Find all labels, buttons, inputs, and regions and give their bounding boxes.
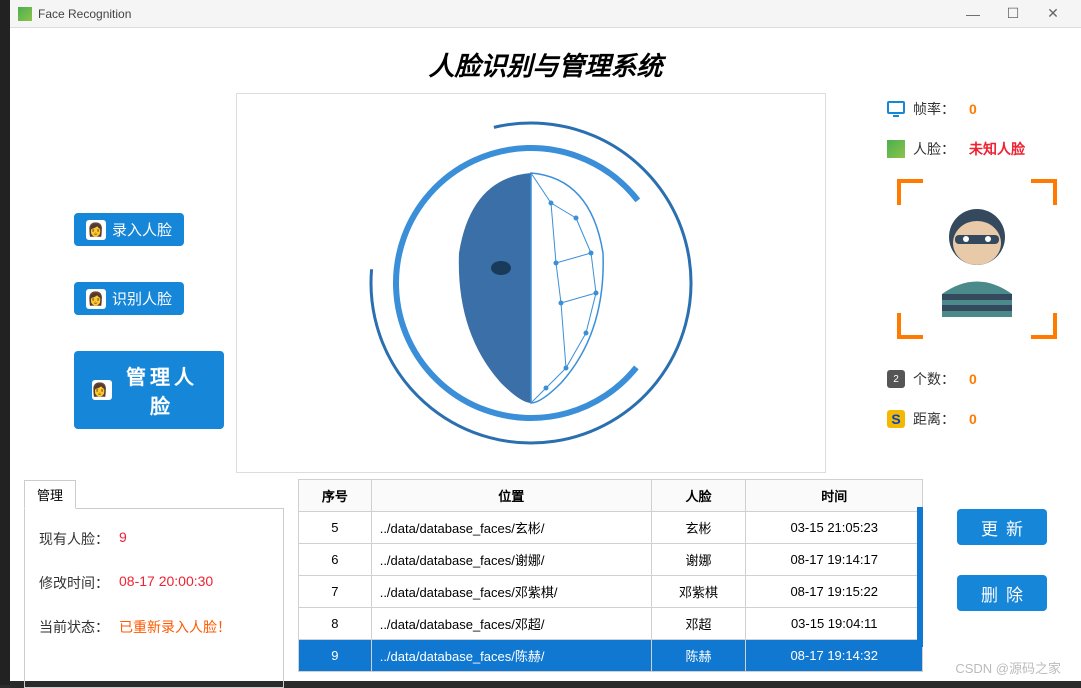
face-preview: [236, 93, 826, 473]
fps-value: 0: [969, 101, 977, 117]
cell-name: 邓超: [651, 608, 746, 640]
info-value: 已重新录入人脸！: [119, 617, 231, 637]
titlebar: Face Recognition — ☐ ✕: [10, 0, 1081, 28]
cell-time: 03-15 21:05:23: [746, 512, 923, 544]
cell-time: 08-17 19:15:22: [746, 576, 923, 608]
table-row[interactable]: 7../data/database_faces/邓紫棋/邓紫棋08-17 19:…: [299, 576, 923, 608]
cell-no: 7: [299, 576, 372, 608]
detection-preview: [897, 179, 1057, 339]
dist-label: 距离：: [913, 409, 961, 429]
cell-no: 9: [299, 640, 372, 672]
cell-no: 8: [299, 608, 372, 640]
table-row[interactable]: 9../data/database_faces/陈赫/陈赫08-17 19:14…: [299, 640, 923, 672]
cell-path: ../data/database_faces/邓紫棋/: [371, 576, 651, 608]
cell-name: 谢娜: [651, 544, 746, 576]
table-row[interactable]: 5../data/database_faces/玄彬/玄彬03-15 21:05…: [299, 512, 923, 544]
scrollbar[interactable]: [917, 507, 923, 647]
cell-name: 陈赫: [651, 640, 746, 672]
delete-button[interactable]: 删除: [957, 575, 1047, 611]
monitor-icon: [887, 100, 905, 118]
sidebar: 👩 录入人脸 👩 识别人脸 👩 管理人脸: [24, 93, 224, 473]
info-value: 08-17 20:00:30: [119, 573, 213, 593]
manage-info: 现有人脸：9 修改时间：08-17 20:00:30 当前状态：已重新录入人脸！: [24, 508, 284, 688]
dist-value: 0: [969, 411, 977, 427]
distance-icon: S: [887, 410, 905, 428]
page-title: 人脸识别与管理系统: [10, 46, 1081, 83]
page-header: 人脸识别与管理系统: [10, 28, 1081, 93]
tab-manage[interactable]: 管理: [24, 480, 76, 509]
cell-path: ../data/database_faces/玄彬/: [371, 512, 651, 544]
cell-time: 03-15 19:04:11: [746, 608, 923, 640]
avatar-icon: [922, 199, 1032, 319]
nav-enroll-face[interactable]: 👩 录入人脸: [74, 213, 184, 246]
col-name: 人脸: [651, 480, 746, 512]
update-button[interactable]: 更新: [957, 509, 1047, 545]
window-title: Face Recognition: [38, 7, 953, 21]
nav-recognize-face[interactable]: 👩 识别人脸: [74, 282, 184, 315]
count-label: 个数：: [913, 369, 961, 389]
col-time: 时间: [746, 480, 923, 512]
cell-no: 5: [299, 512, 372, 544]
nav-label: 管理人脸: [118, 361, 206, 419]
count-value: 0: [969, 371, 977, 387]
cell-name: 玄彬: [651, 512, 746, 544]
nav-label: 识别人脸: [112, 288, 172, 309]
cell-time: 08-17 19:14:17: [746, 544, 923, 576]
col-path: 位置: [371, 480, 651, 512]
fps-label: 帧率：: [913, 99, 961, 119]
cell-no: 6: [299, 544, 372, 576]
info-label: 当前状态：: [39, 617, 119, 637]
app-icon: [18, 7, 32, 21]
col-no: 序号: [299, 480, 372, 512]
face-value: 未知人脸: [969, 139, 1025, 159]
close-button[interactable]: ✕: [1033, 5, 1073, 22]
info-label: 修改时间：: [39, 573, 119, 593]
person-icon: 👩: [86, 289, 106, 309]
cell-path: ../data/database_faces/邓超/: [371, 608, 651, 640]
info-label: 现有人脸：: [39, 529, 119, 549]
nav-manage-face[interactable]: 👩 管理人脸: [74, 351, 224, 429]
cell-name: 邓紫棋: [651, 576, 746, 608]
info-value: 9: [119, 529, 127, 549]
count-icon: 2: [887, 370, 905, 388]
cell-path: ../data/database_faces/陈赫/: [371, 640, 651, 672]
maximize-button[interactable]: ☐: [993, 5, 1033, 22]
face-icon: [887, 140, 905, 158]
face-scan-graphic: [351, 103, 711, 463]
cell-path: ../data/database_faces/谢娜/: [371, 544, 651, 576]
person-icon: 👩: [92, 380, 112, 400]
person-icon: 👩: [86, 220, 106, 240]
face-label: 人脸：: [913, 139, 961, 159]
table-row[interactable]: 6../data/database_faces/谢娜/谢娜08-17 19:14…: [299, 544, 923, 576]
nav-label: 录入人脸: [112, 219, 172, 240]
faces-table[interactable]: 序号 位置 人脸 时间 5../data/database_faces/玄彬/玄…: [298, 479, 923, 672]
stats-panel: 帧率： 0 人脸： 未知人脸: [887, 93, 1067, 473]
cell-time: 08-17 19:14:32: [746, 640, 923, 672]
minimize-button[interactable]: —: [953, 6, 993, 22]
table-row[interactable]: 8../data/database_faces/邓超/邓超03-15 19:04…: [299, 608, 923, 640]
watermark: CSDN @源码之家: [955, 658, 1061, 677]
